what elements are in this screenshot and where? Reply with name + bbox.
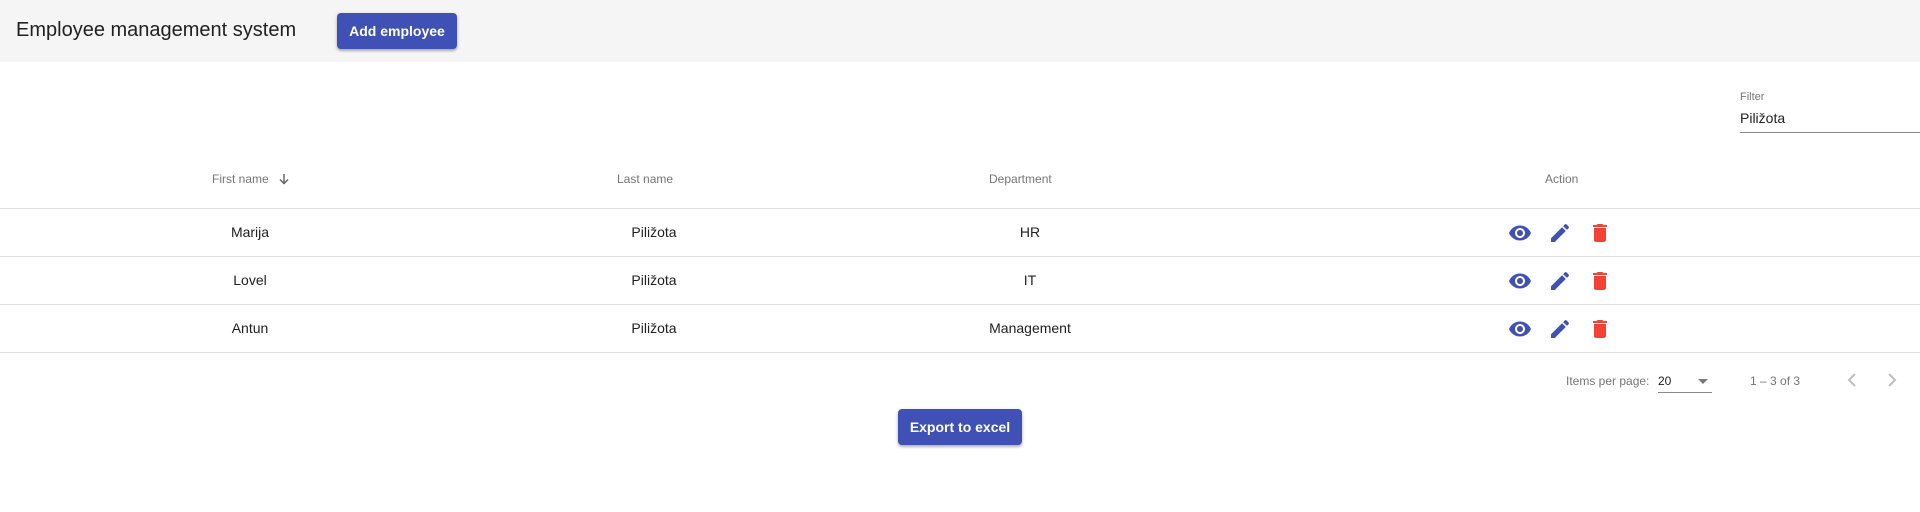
items-per-page-value: 20 [1658,374,1672,388]
edit-button[interactable] [1548,317,1572,341]
table-header: First name Last name Department Action [0,156,1920,209]
filter-input[interactable] [1740,108,1920,133]
paginator: Items per page: 20 1 – 3 of 3 [0,352,1920,408]
eye-icon [1509,225,1531,241]
view-button[interactable] [1508,221,1532,245]
cell-last-name: Piližota [631,272,677,288]
sort-arrow-down-icon [279,173,289,185]
pencil-icon [1551,223,1570,242]
column-header-department[interactable]: Department [989,156,1052,208]
cell-department: HR [1019,224,1041,240]
filter-field[interactable]: Filter [1740,88,1920,134]
cell-last-name: Piližota [631,224,677,240]
row-actions [1508,317,1618,341]
next-page-button[interactable] [1880,368,1904,392]
pencil-icon [1551,271,1570,290]
delete-button[interactable] [1588,317,1612,341]
pencil-icon [1551,319,1570,338]
column-header-first-name-label: First name [212,172,269,186]
cell-department: Management [989,320,1071,336]
column-header-last-name[interactable]: Last name [617,156,673,208]
eye-icon [1509,273,1531,289]
trash-icon [1593,272,1607,290]
dropdown-arrow-icon [1698,379,1708,384]
view-button[interactable] [1508,317,1532,341]
edit-button[interactable] [1548,221,1572,245]
cell-first-name: Lovel [233,272,267,288]
row-actions [1508,269,1618,293]
export-to-excel-button[interactable]: Export to excel [898,409,1022,445]
cell-last-name: Piližota [631,320,677,336]
delete-button[interactable] [1588,269,1612,293]
row-actions [1508,221,1618,245]
edit-button[interactable] [1548,269,1572,293]
column-header-action: Action [1545,172,1579,186]
eye-icon [1509,321,1531,337]
table-row: Antun Piližota Management [0,305,1920,353]
page-range-label: 1 – 3 of 3 [1750,374,1801,388]
chevron-left-icon [1847,373,1856,387]
trash-icon [1593,224,1607,242]
cell-first-name: Marija [230,224,270,240]
filter-label: Filter [1740,91,1765,103]
chevron-right-icon [1888,373,1897,387]
previous-page-button[interactable] [1840,368,1864,392]
items-per-page-label: Items per page: [1566,374,1650,388]
add-employee-button[interactable]: Add employee [337,13,457,49]
cell-department: IT [1023,272,1037,288]
items-per-page-select[interactable]: 20 [1658,370,1712,393]
cell-first-name: Antun [231,320,269,336]
app-title: Employee management system [16,19,297,41]
table-row: Lovel Piližota IT [0,257,1920,305]
table-row: Marija Piližota HR [0,209,1920,257]
delete-button[interactable] [1588,221,1612,245]
app-toolbar: Employee management system Add employee [0,0,1920,62]
column-header-first-name[interactable]: First name [212,156,290,208]
trash-icon [1593,320,1607,338]
view-button[interactable] [1508,269,1532,293]
